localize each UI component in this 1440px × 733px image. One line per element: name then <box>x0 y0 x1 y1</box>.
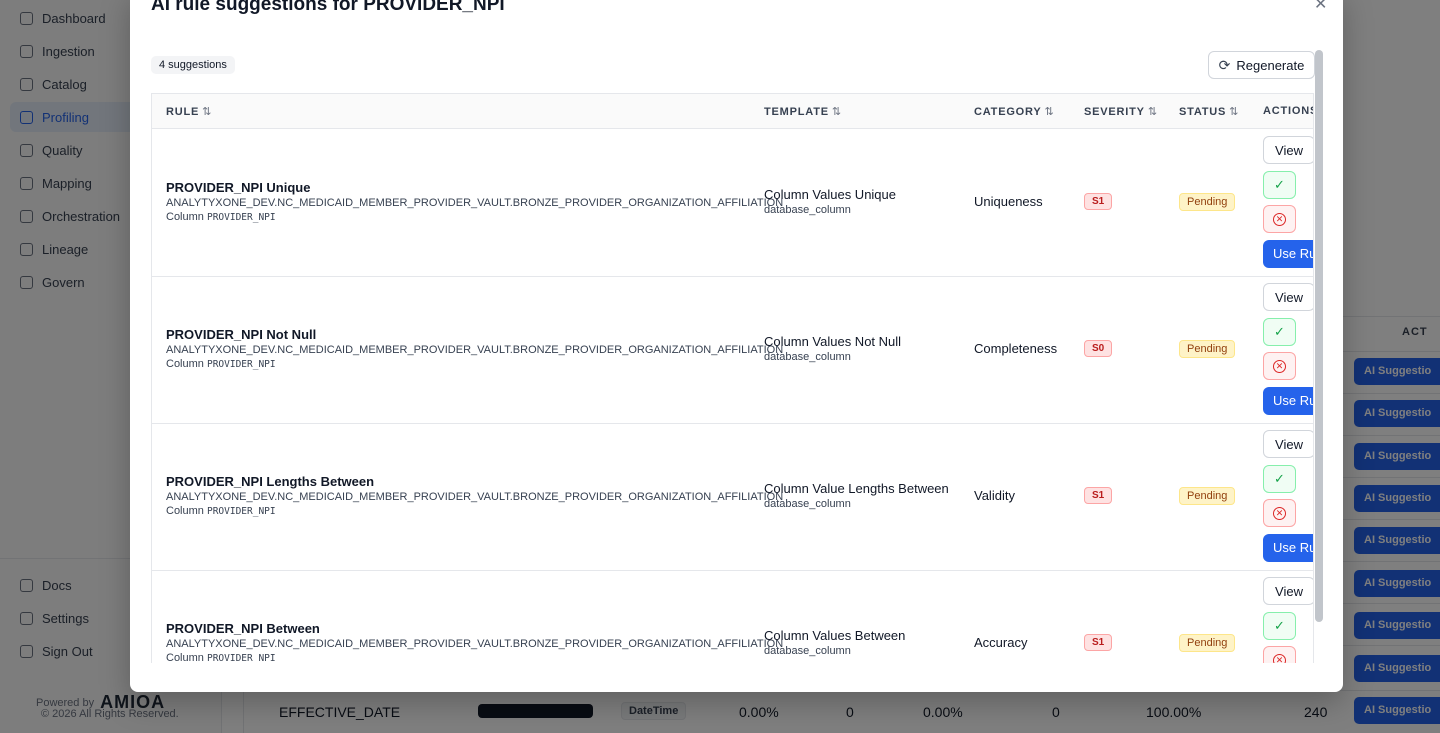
view-button[interactable]: View <box>1263 577 1313 605</box>
table-header: RULE ⇅ TEMPLATE ⇅ CATEGORY ⇅ SEVERITY ⇅ STAT… <box>152 94 1313 129</box>
check-icon: ✓ <box>1274 177 1285 192</box>
severity-badge: S1 <box>1084 193 1113 210</box>
rule-path: ANALYTYXONE_DEV.NC_MEDICAID_MEMBER_PROVI… <box>166 638 784 650</box>
column-header-rule[interactable]: RULE ⇅ <box>166 105 211 118</box>
table-row: PROVIDER_NPI Between ANALYTYXONE_DEV.NC_… <box>152 571 1313 663</box>
table-row: PROVIDER_NPI Not Null ANALYTYXONE_DEV.NC… <box>152 277 1313 424</box>
severity-badge: S1 <box>1084 487 1113 504</box>
template-type: database_column <box>764 204 851 216</box>
view-button[interactable]: View <box>1263 430 1313 458</box>
column-header-category[interactable]: CATEGORY ⇅ <box>974 105 1054 118</box>
reject-icon: ✕ <box>1273 506 1286 520</box>
header-label: RULE <box>166 106 200 118</box>
header-label: CATEGORY <box>974 106 1042 118</box>
template-type: database_column <box>764 645 851 657</box>
refresh-icon: ⟳ <box>1218 56 1231 73</box>
regenerate-label: Regenerate <box>1236 57 1305 73</box>
rule-path: ANALYTYXONE_DEV.NC_MEDICAID_MEMBER_PROVI… <box>166 491 784 503</box>
reject-icon: ✕ <box>1273 359 1286 373</box>
status-badge: Pending <box>1179 193 1236 211</box>
rule-name: PROVIDER_NPI Not Null <box>166 327 317 342</box>
rule-column: Column PROVIDER_NPI <box>166 358 276 370</box>
rule-column: Column PROVIDER_NPI <box>166 505 276 517</box>
table-row: PROVIDER_NPI Unique ANALYTYXONE_DEV.NC_M… <box>152 130 1313 277</box>
suggestion-count-badge: 4 suggestions <box>151 56 235 74</box>
column-code: PROVIDER_NPI <box>206 653 276 663</box>
use-rule-button[interactable]: Use Rule <box>1263 534 1313 562</box>
column-header-severity[interactable]: SEVERITY ⇅ <box>1084 105 1157 118</box>
template-type: database_column <box>764 351 851 363</box>
ai-suggestions-modal: AI rule suggestions for PROVIDER_NPI ✕ 4… <box>130 0 1343 692</box>
check-icon: ✓ <box>1274 618 1285 633</box>
column-header-template[interactable]: TEMPLATE ⇅ <box>764 105 841 118</box>
column-code: PROVIDER_NPI <box>206 506 276 517</box>
modal-title: AI rule suggestions for PROVIDER_NPI <box>151 0 505 15</box>
sort-icon: ⇅ <box>1229 106 1239 118</box>
use-rule-button[interactable]: Use Rule <box>1263 240 1313 268</box>
reject-button[interactable]: ✕ <box>1263 352 1296 380</box>
template-name: Column Value Lengths Between <box>764 481 949 496</box>
column-prefix: Column <box>166 358 204 370</box>
accept-button[interactable]: ✓ <box>1263 318 1296 346</box>
regenerate-button[interactable]: ⟳ Regenerate <box>1208 51 1315 79</box>
column-prefix: Column <box>166 211 204 223</box>
category-cell: Completeness <box>974 341 1058 356</box>
sort-icon: ⇅ <box>1044 106 1054 118</box>
sort-icon: ⇅ <box>202 106 212 118</box>
check-icon: ✓ <box>1274 324 1285 339</box>
reject-button[interactable]: ✕ <box>1263 205 1296 233</box>
suggestions-table: RULE ⇅ TEMPLATE ⇅ CATEGORY ⇅ SEVERITY ⇅ STAT… <box>151 93 1314 663</box>
accept-button[interactable]: ✓ <box>1263 465 1296 493</box>
close-icon[interactable]: ✕ <box>1314 0 1327 14</box>
template-name: Column Values Between <box>764 628 906 643</box>
sort-icon: ⇅ <box>831 106 842 118</box>
column-prefix: Column <box>166 505 204 517</box>
category-cell: Uniqueness <box>974 194 1043 209</box>
rule-column: Column PROVIDER_NPI <box>166 652 276 663</box>
rule-path: ANALYTYXONE_DEV.NC_MEDICAID_MEMBER_PROVI… <box>166 197 784 209</box>
view-button[interactable]: View <box>1263 283 1313 311</box>
view-button[interactable]: View <box>1263 136 1313 164</box>
check-icon: ✓ <box>1274 471 1285 486</box>
column-header-actions: ACTIONS <box>1263 105 1314 117</box>
status-badge: Pending <box>1179 634 1236 652</box>
header-label: SEVERITY <box>1084 106 1145 118</box>
sort-icon: ⇅ <box>1147 106 1158 118</box>
severity-badge: S1 <box>1084 634 1113 651</box>
rule-name: PROVIDER_NPI Lengths Between <box>166 474 375 489</box>
rule-name: PROVIDER_NPI Unique <box>166 180 311 195</box>
accept-button[interactable]: ✓ <box>1263 612 1296 640</box>
severity-badge: S0 <box>1084 340 1113 357</box>
rule-name: PROVIDER_NPI Between <box>166 621 320 636</box>
table-row: PROVIDER_NPI Lengths Between ANALYTYXONE… <box>152 424 1313 571</box>
template-name: Column Values Not Null <box>764 334 902 349</box>
column-code: PROVIDER_NPI <box>206 359 276 370</box>
column-prefix: Column <box>166 652 204 663</box>
header-label: TEMPLATE <box>764 106 829 118</box>
accept-button[interactable]: ✓ <box>1263 171 1296 199</box>
status-badge: Pending <box>1179 487 1236 505</box>
rule-column: Column PROVIDER_NPI <box>166 211 276 223</box>
header-label: STATUS <box>1179 106 1227 118</box>
reject-icon: ✕ <box>1273 212 1286 226</box>
column-code: PROVIDER_NPI <box>206 212 276 223</box>
column-header-status[interactable]: STATUS ⇅ <box>1179 105 1238 118</box>
use-rule-button[interactable]: Use Rule <box>1263 387 1313 415</box>
rule-path: ANALYTYXONE_DEV.NC_MEDICAID_MEMBER_PROVI… <box>166 344 784 356</box>
template-name: Column Values Unique <box>764 187 896 202</box>
template-type: database_column <box>764 498 851 510</box>
modal-scrollbar[interactable] <box>1315 50 1323 622</box>
category-cell: Validity <box>974 488 1015 503</box>
reject-button[interactable]: ✕ <box>1263 646 1296 663</box>
reject-icon: ✕ <box>1273 653 1286 663</box>
status-badge: Pending <box>1179 340 1236 358</box>
reject-button[interactable]: ✕ <box>1263 499 1296 527</box>
category-cell: Accuracy <box>974 635 1028 650</box>
